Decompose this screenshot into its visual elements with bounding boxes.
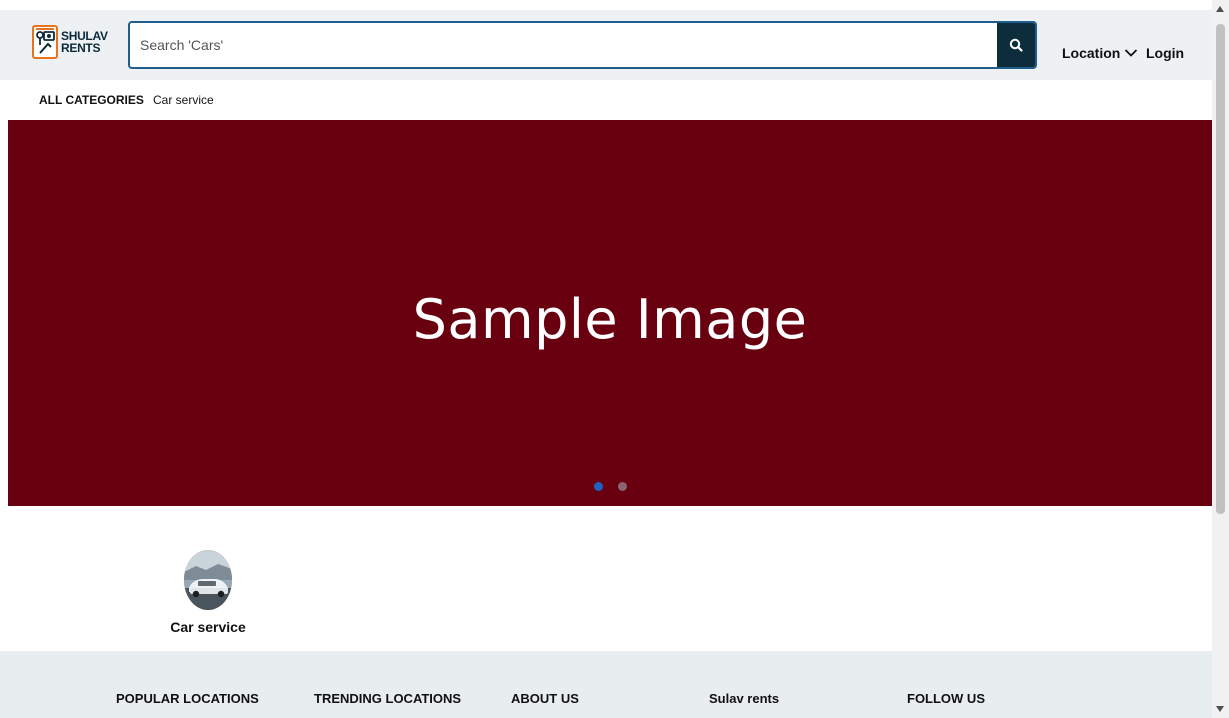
footer-sulav-rents[interactable]: Sulav rents <box>709 691 779 706</box>
category-card[interactable]: Car service <box>168 550 248 635</box>
login-link[interactable]: Login <box>1146 45 1184 61</box>
page: SHULAV RENTS Location Login ALL CATEGORI… <box>0 0 1212 718</box>
location-label: Location <box>1062 45 1121 61</box>
scroll-down-icon[interactable] <box>1216 706 1224 712</box>
search-input[interactable] <box>130 23 997 67</box>
location-dropdown[interactable]: Location <box>1062 45 1138 61</box>
footer: POPULAR LOCATIONS TRENDING LOCATIONS ABO… <box>0 651 1212 718</box>
carousel-dot-2[interactable] <box>618 482 627 491</box>
car-avatar <box>184 550 232 610</box>
footer-follow-us[interactable]: FOLLOW US <box>907 691 985 706</box>
search-button[interactable] <box>997 23 1035 67</box>
logo-text: SHULAV RENTS <box>61 30 108 54</box>
logo[interactable]: SHULAV RENTS <box>32 23 108 61</box>
category-item-car-service[interactable]: Car service <box>153 93 214 107</box>
logo-mark-icon <box>32 25 58 59</box>
category-grid: Car service <box>0 506 1212 652</box>
carousel-indicators <box>594 482 627 491</box>
carousel-dot-1[interactable] <box>594 482 603 491</box>
logo-line2: RENTS <box>61 41 101 55</box>
all-categories-link[interactable]: ALL CATEGORIES <box>39 93 144 107</box>
search-bar <box>128 21 1037 69</box>
footer-trending-locations[interactable]: TRENDING LOCATIONS <box>314 691 461 706</box>
hero-caption: Sample Image <box>412 288 808 351</box>
category-card-label: Car service <box>170 619 246 635</box>
search-icon <box>1009 38 1023 52</box>
scroll-up-icon[interactable] <box>1216 6 1224 12</box>
hero-carousel: Sample Image <box>8 120 1212 506</box>
footer-about-us[interactable]: ABOUT US <box>511 691 579 706</box>
vertical-scrollbar[interactable] <box>1212 0 1229 718</box>
chevron-down-icon <box>1125 49 1138 57</box>
category-bar: ALL CATEGORIES Car service <box>0 80 1212 120</box>
footer-popular-locations[interactable]: POPULAR LOCATIONS <box>116 691 259 706</box>
header: SHULAV RENTS Location Login <box>0 0 1212 80</box>
scrollbar-thumb[interactable] <box>1216 24 1225 514</box>
